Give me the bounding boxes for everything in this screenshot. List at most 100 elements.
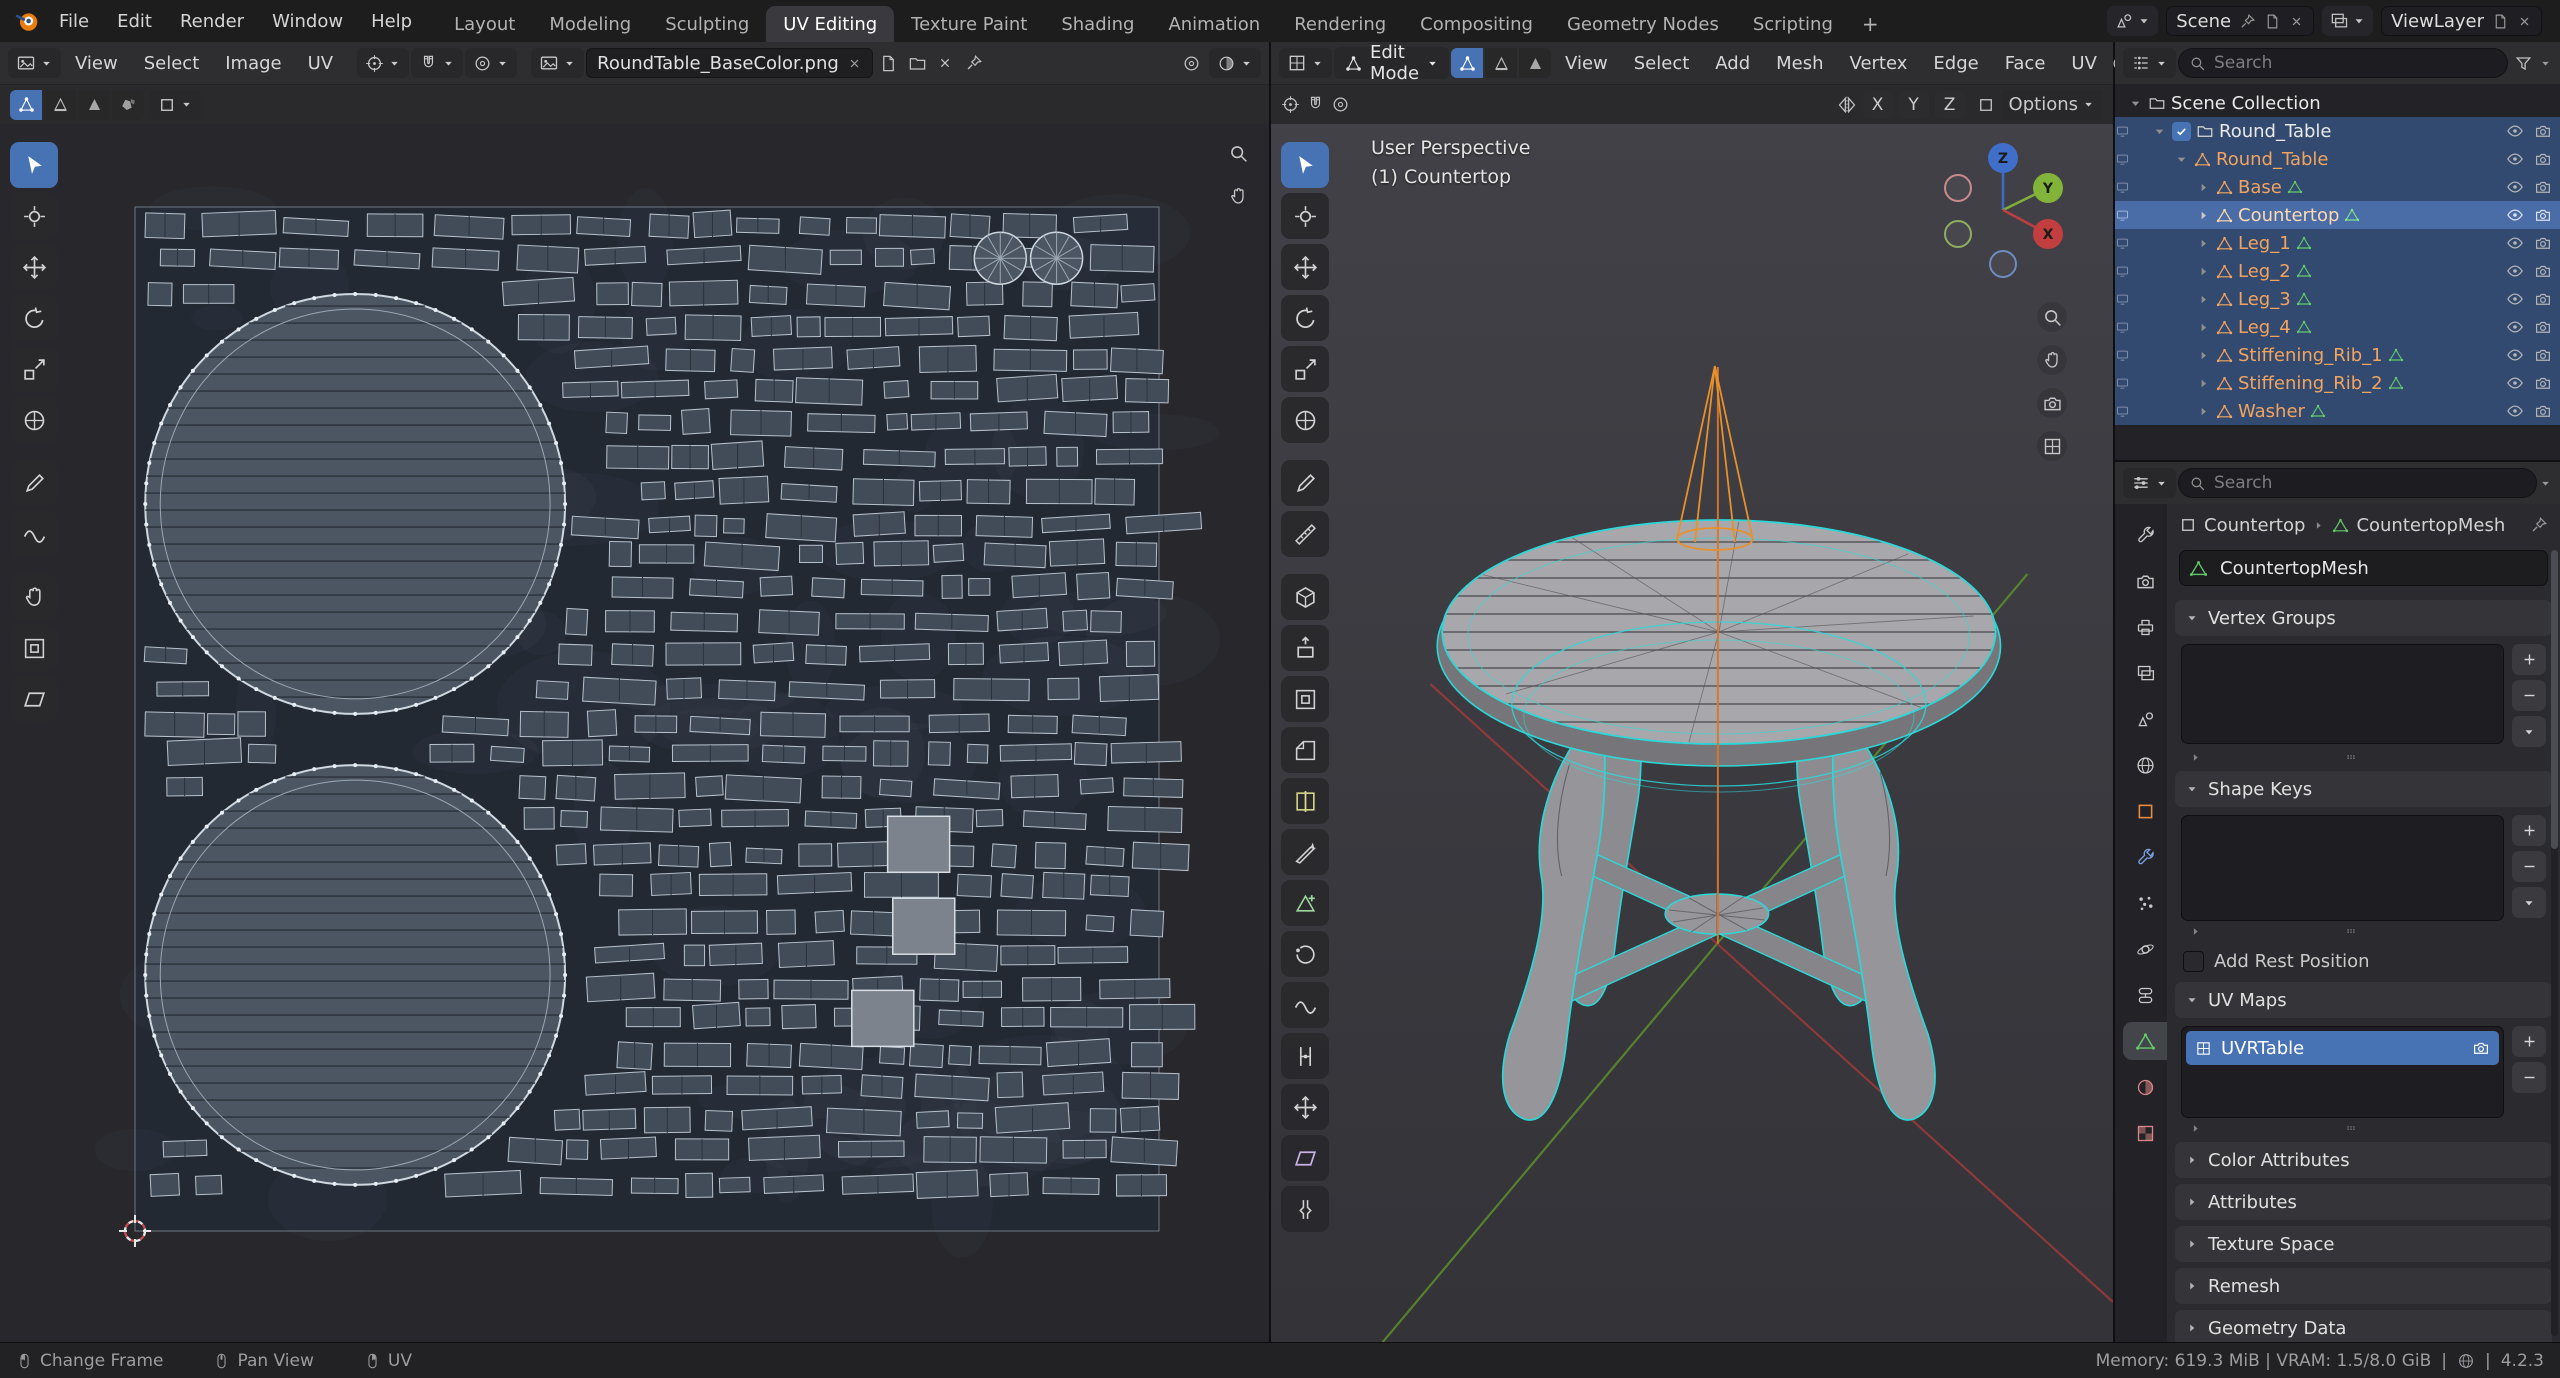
- outliner-row-object-round-table[interactable]: Round_Table: [2115, 145, 2560, 173]
- tool-tweak-button[interactable]: [10, 142, 58, 188]
- mirror-y-button[interactable]: Y: [1898, 90, 1929, 119]
- camera-icon[interactable]: [2534, 122, 2552, 140]
- proportional-edit-button[interactable]: [465, 48, 518, 78]
- add-workspace-button[interactable]: +: [1850, 6, 1891, 42]
- editor-type-button[interactable]: [8, 48, 61, 78]
- v3d-canvas[interactable]: User Perspective (1) Countertop Z Y X: [1271, 124, 2113, 1342]
- tool-annotate-button[interactable]: [1281, 460, 1329, 506]
- new-scene-icon[interactable]: [2264, 13, 2281, 30]
- eye-icon[interactable]: [2506, 290, 2524, 308]
- outliner-row-scene-collection[interactable]: Scene Collection: [2115, 89, 2560, 117]
- expand-icon[interactable]: [2196, 348, 2211, 363]
- tab-texture[interactable]: [2123, 1114, 2167, 1152]
- scene-browse-button[interactable]: [2107, 6, 2159, 36]
- tab-output[interactable]: [2123, 608, 2167, 646]
- remove-uv-map-button[interactable]: [2512, 1062, 2546, 1093]
- eye-icon[interactable]: [2506, 318, 2524, 336]
- camera-icon[interactable]: [2534, 318, 2552, 336]
- eye-icon[interactable]: [2506, 346, 2524, 364]
- proportional-icon[interactable]: [1331, 95, 1350, 114]
- add-rest-position-checkbox[interactable]: [2183, 951, 2204, 972]
- tab-layout[interactable]: Layout: [437, 6, 532, 42]
- camera-view-icon[interactable]: [2037, 388, 2067, 418]
- tab-material[interactable]: [2123, 1068, 2167, 1106]
- outliner-row-collection-round-table[interactable]: Round_Table: [2115, 117, 2560, 145]
- add-vertex-group-button[interactable]: [2512, 644, 2546, 675]
- shape-keys-panel-header[interactable]: Shape Keys: [2175, 771, 2552, 807]
- outliner-row-stiffening-rib-2[interactable]: Stiffening_Rib_2: [2115, 369, 2560, 397]
- tool-scale-button[interactable]: [10, 346, 58, 392]
- tab-compositing[interactable]: Compositing: [1403, 6, 1550, 42]
- tool-rip-region-button[interactable]: [1281, 1186, 1329, 1232]
- orientation-icon[interactable]: [1281, 95, 1300, 114]
- list-resize-grip-icon[interactable]: [2341, 924, 2361, 938]
- tab-sculpting[interactable]: Sculpting: [648, 6, 766, 42]
- tab-view-layer[interactable]: [2123, 654, 2167, 692]
- tool-grab-button[interactable]: [10, 574, 58, 620]
- outliner-row-base[interactable]: Base: [2115, 173, 2560, 201]
- properties-search-input[interactable]: [2214, 473, 2526, 493]
- tab-object-data[interactable]: [2123, 1022, 2167, 1060]
- expand-icon[interactable]: [2196, 320, 2211, 335]
- new-image-icon[interactable]: [879, 54, 898, 73]
- tool-poly-build-button[interactable]: [1281, 880, 1329, 926]
- tool-spin-button[interactable]: [1281, 931, 1329, 977]
- vertex-group-specials-button[interactable]: [2512, 716, 2546, 747]
- camera-icon[interactable]: [2534, 262, 2552, 280]
- tool-pinch-button[interactable]: [10, 625, 58, 671]
- vertex-groups-panel-header[interactable]: Vertex Groups: [2175, 600, 2552, 636]
- tool-move-button[interactable]: [1281, 244, 1329, 290]
- expand-icon[interactable]: [2174, 152, 2189, 167]
- blender-logo-icon[interactable]: [10, 7, 44, 35]
- pin-icon[interactable]: [2530, 516, 2548, 534]
- tool-shear-button[interactable]: [1281, 1135, 1329, 1181]
- list-resize-grip-icon[interactable]: [2341, 1121, 2361, 1135]
- camera-icon[interactable]: [2534, 178, 2552, 196]
- list-filter-icon[interactable]: [2189, 751, 2202, 764]
- snap-target-icon[interactable]: [1977, 96, 1995, 114]
- uv-select-vertex-button[interactable]: [10, 89, 42, 120]
- select-vertex-button[interactable]: [1451, 48, 1484, 78]
- viewlayer-selector[interactable]: ViewLayer: [2381, 6, 2542, 36]
- uv-maps-panel-header[interactable]: UV Maps: [2175, 982, 2552, 1018]
- list-filter-icon[interactable]: [2189, 1122, 2202, 1135]
- v3d-menu-select[interactable]: Select: [1622, 42, 1702, 84]
- mode-selector[interactable]: Edit Mode: [1334, 42, 1450, 84]
- close-icon[interactable]: [2289, 14, 2304, 29]
- properties-search[interactable]: [2178, 468, 2537, 498]
- breadcrumb-data[interactable]: CountertopMesh: [2356, 515, 2505, 536]
- open-image-icon[interactable]: [908, 54, 927, 73]
- tool-bevel-button[interactable]: [1281, 727, 1329, 773]
- expand-icon[interactable]: [2196, 376, 2211, 391]
- remesh-panel-header[interactable]: Remesh: [2175, 1268, 2552, 1304]
- zoom-icon[interactable]: [1223, 138, 1253, 168]
- uv-select-face-button[interactable]: [78, 89, 110, 120]
- editor-type-button[interactable]: [1279, 48, 1332, 78]
- tool-transform-button[interactable]: [10, 397, 58, 443]
- tool-cursor-button[interactable]: [1281, 193, 1329, 239]
- menu-help[interactable]: Help: [358, 6, 425, 36]
- menu-file[interactable]: File: [46, 6, 102, 36]
- collection-checkbox[interactable]: [2172, 121, 2191, 141]
- tab-render[interactable]: [2123, 562, 2167, 600]
- eye-icon[interactable]: [2506, 206, 2524, 224]
- uv-sync-select-icon[interactable]: [1182, 54, 1201, 73]
- tab-physics[interactable]: [2123, 930, 2167, 968]
- tab-shading[interactable]: Shading: [1044, 6, 1151, 42]
- tool-loop-cut-button[interactable]: [1281, 778, 1329, 824]
- v3d-menu-face[interactable]: Face: [1993, 42, 2058, 84]
- menu-edit[interactable]: Edit: [104, 6, 165, 36]
- expand-icon[interactable]: [2196, 404, 2211, 419]
- tab-scene[interactable]: [2123, 700, 2167, 738]
- outliner-row-stiffening-rib-1[interactable]: Stiffening_Rib_1: [2115, 341, 2560, 369]
- camera-icon[interactable]: [2534, 346, 2552, 364]
- texture-space-panel-header[interactable]: Texture Space: [2175, 1226, 2552, 1262]
- eye-icon[interactable]: [2506, 402, 2524, 420]
- camera-icon[interactable]: [2534, 374, 2552, 392]
- eye-icon[interactable]: [2506, 122, 2524, 140]
- tab-constraints[interactable]: [2123, 976, 2167, 1014]
- new-viewlayer-icon[interactable]: [2492, 13, 2509, 30]
- v3d-menu-uv[interactable]: UV: [2059, 42, 2109, 84]
- eye-icon[interactable]: [2506, 262, 2524, 280]
- list-filter-icon[interactable]: [2189, 925, 2202, 938]
